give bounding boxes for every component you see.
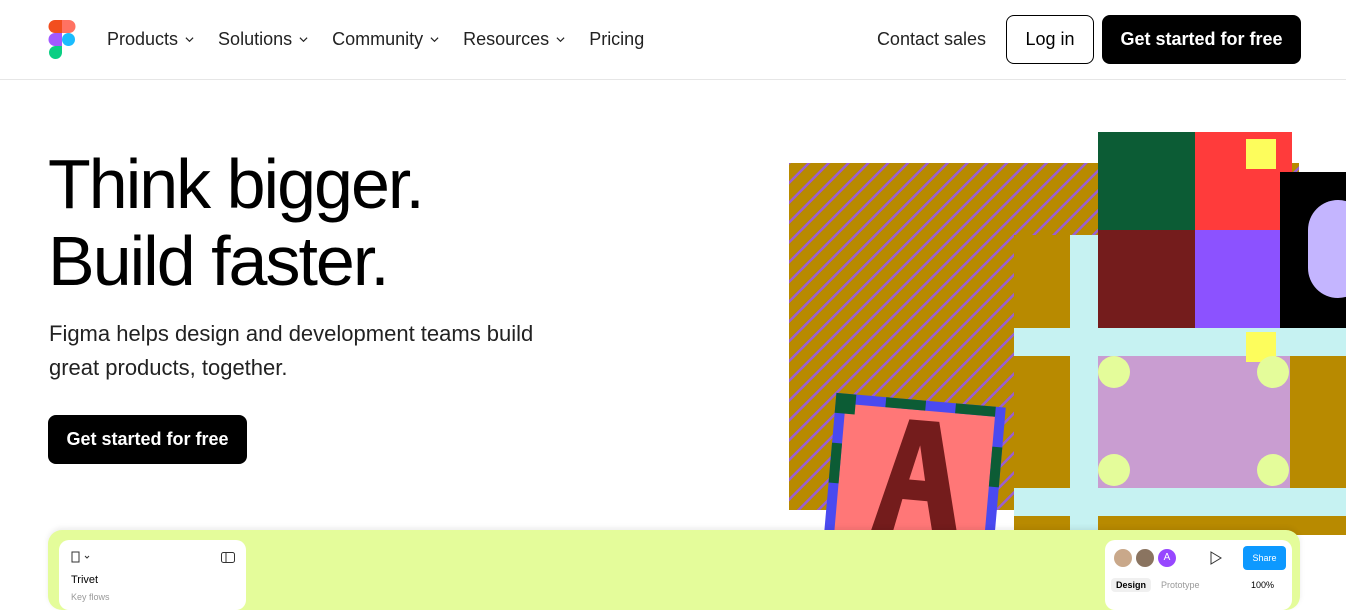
- share-button[interactable]: Share: [1243, 546, 1286, 570]
- yellow-dot-1: [1246, 139, 1276, 169]
- handle-br: [1257, 454, 1289, 486]
- nav-label: Products: [107, 29, 179, 49]
- lilac-rect: [1098, 356, 1290, 488]
- purple-square: [1195, 230, 1292, 328]
- hero-title-line1: Think bigger.: [48, 145, 425, 223]
- handle-tl: [1098, 356, 1130, 388]
- avatar[interactable]: [1136, 549, 1154, 567]
- get-started-button-hero[interactable]: Get started for free: [48, 415, 247, 464]
- nav-community[interactable]: Community: [332, 29, 439, 50]
- hero-subtitle: Figma helps design and development teams…: [49, 321, 534, 380]
- cyan-vbar: [1070, 235, 1098, 535]
- file-subtitle: Key flows: [71, 592, 110, 602]
- cyan-hbar2: [1014, 488, 1346, 516]
- avatar-a[interactable]: A: [1158, 549, 1176, 567]
- nav-resources[interactable]: Resources: [463, 29, 565, 50]
- red-square: [1195, 132, 1292, 230]
- hero-title: Think bigger. Build faster.: [48, 145, 425, 300]
- contact-sales-link[interactable]: Contact sales: [877, 29, 986, 50]
- handle-bl: [1098, 454, 1130, 486]
- black-tile: [1280, 172, 1346, 328]
- nav-actions: Contact sales Log in Get started for fre…: [877, 15, 1301, 64]
- play-icon[interactable]: [1209, 550, 1223, 566]
- green-square: [1098, 132, 1195, 230]
- hero-title-line2: Build faster.: [48, 222, 390, 300]
- main-menu-icon[interactable]: [71, 551, 91, 563]
- gold-block: [1014, 235, 1346, 535]
- tab-prototype[interactable]: Prototype: [1161, 580, 1200, 590]
- chevron-down-icon: [185, 37, 194, 43]
- top-nav: Products Solutions Community Resources P…: [0, 0, 1346, 80]
- figma-logo-icon[interactable]: [48, 20, 76, 60]
- get-started-button-nav[interactable]: Get started for free: [1102, 15, 1301, 64]
- nav-label: Community: [332, 29, 424, 49]
- avatar[interactable]: [1114, 549, 1132, 567]
- chevron-down-icon: [299, 37, 308, 43]
- tab-design[interactable]: Design: [1111, 578, 1152, 592]
- nav-label: Solutions: [218, 29, 293, 49]
- yellow-dot-2: [1246, 332, 1276, 362]
- nav-label: Pricing: [589, 29, 645, 49]
- sidebar-toggle-icon[interactable]: [221, 552, 235, 563]
- chevron-down-icon: [556, 37, 565, 43]
- lavender-shape: [1308, 200, 1346, 298]
- cyan-hbar1: [1014, 328, 1346, 356]
- nav-pricing[interactable]: Pricing: [589, 29, 644, 50]
- hatched-block: [789, 163, 1299, 510]
- maroon-square: [1098, 230, 1195, 328]
- file-name[interactable]: Trivet: [71, 574, 98, 586]
- nav-links: Products Solutions Community Resources P…: [107, 29, 668, 50]
- editor-right-panel: A Share Design Prototype 100%: [1105, 540, 1292, 610]
- nav-label: Resources: [463, 29, 550, 49]
- handle-tr: [1257, 356, 1289, 388]
- chevron-down-icon: [430, 37, 439, 43]
- zoom-level[interactable]: 100%: [1251, 580, 1274, 590]
- nav-products[interactable]: Products: [107, 29, 194, 50]
- editor-left-panel: Trivet Key flows: [59, 540, 246, 610]
- login-button[interactable]: Log in: [1006, 15, 1094, 64]
- nav-solutions[interactable]: Solutions: [218, 29, 308, 50]
